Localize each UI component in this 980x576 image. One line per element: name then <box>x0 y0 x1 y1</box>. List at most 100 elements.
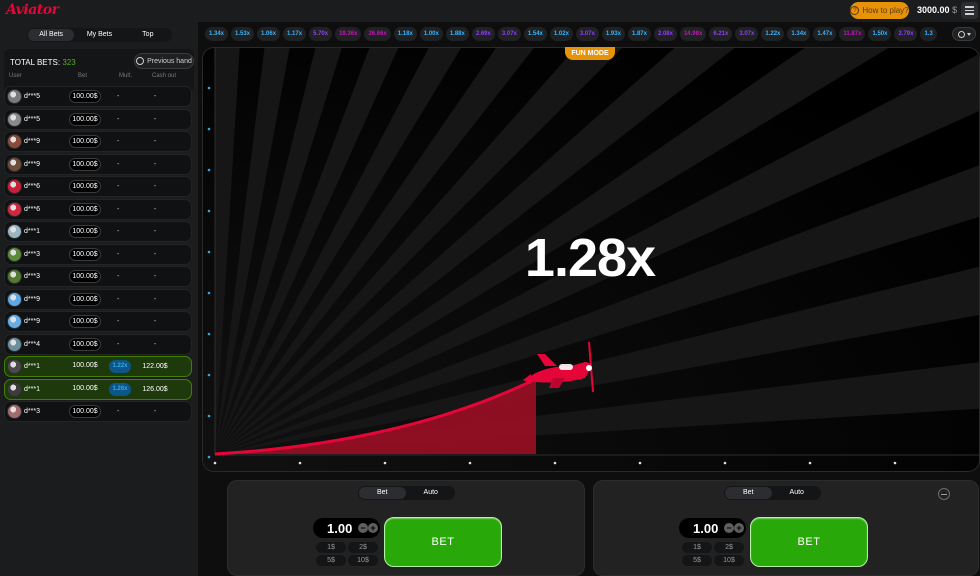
history-multiplier[interactable]: 2.69x <box>471 27 495 41</box>
quick-amount-1[interactable]: 1$ <box>316 542 346 553</box>
history-multiplier[interactable]: 1.00x <box>419 27 443 41</box>
history-multiplier[interactable]: 1.87x <box>627 27 651 41</box>
quick-amount-1[interactable]: 1$ <box>682 542 712 553</box>
history-multiplier[interactable]: 14.98x <box>679 27 707 41</box>
round-history: 1.34x 1.53x 1.06x 1.17x 5.70x 19.36x 26.66x 1.1… <box>205 27 950 41</box>
history-multiplier[interactable]: 1.47x <box>813 27 837 41</box>
history-multiplier[interactable]: 11.87x <box>839 27 866 41</box>
tab-auto[interactable]: Auto <box>774 487 821 499</box>
history-multiplier[interactable]: 5.70x <box>309 27 333 41</box>
bet-amount: 100.00$ <box>69 180 101 193</box>
history-multiplier[interactable]: 1.34x <box>787 27 811 41</box>
increase-amount-button[interactable]: + <box>368 523 378 533</box>
bet-row: d***1 100.00$ - - <box>4 221 192 242</box>
bet-row: d***9 100.00$ - - <box>4 288 192 310</box>
y-axis-dot <box>207 291 211 295</box>
cashout-amount: - <box>153 295 157 303</box>
history-multiplier[interactable]: 1.54x <box>523 27 547 41</box>
bet-multiplier: - <box>117 228 120 235</box>
bet-amount-field[interactable]: 1.00 − + <box>313 518 380 538</box>
bet-amount-field[interactable]: 1.00 − + <box>679 518 746 538</box>
history-multiplier[interactable]: 1.93x <box>601 27 625 41</box>
history-multiplier[interactable]: 1.02x <box>549 27 573 41</box>
balance: 3000.00 $ <box>917 5 957 15</box>
history-multiplier[interactable]: 2.08x <box>653 27 677 41</box>
tab-top[interactable]: Top <box>125 29 171 41</box>
bet-amount: 100.00$ <box>69 135 101 148</box>
menu-button[interactable] <box>961 2 978 19</box>
bet-row: d***4 100.00$ - - <box>4 333 192 355</box>
increase-amount-button[interactable]: + <box>734 523 744 533</box>
history-multiplier[interactable]: 1.18x <box>393 27 417 41</box>
history-multiplier[interactable]: 1.3 <box>920 27 937 41</box>
bet-user: d***1 <box>24 228 40 235</box>
previous-hand-label: Previous hand <box>147 57 192 65</box>
y-axis-dot <box>207 86 211 90</box>
bet-user: d***3 <box>24 250 40 258</box>
history-multiplier[interactable]: 3.07x <box>575 27 599 41</box>
quick-amount-2[interactable]: 2$ <box>714 542 744 553</box>
x-axis-dot <box>893 461 897 465</box>
bet-user: d***6 <box>24 205 40 213</box>
bet-button[interactable]: BET <box>384 517 502 567</box>
x-axis-dot <box>298 461 302 465</box>
tab-my-bets[interactable]: My Bets <box>76 29 122 41</box>
bet-row: d***1 100.00$ 1.22x 122.00$ <box>4 356 192 377</box>
bet-row: d***5 100.00$ - - <box>4 86 192 107</box>
bet-amount-value: 1.00 <box>327 521 353 536</box>
avatar <box>7 269 22 284</box>
history-icon <box>136 57 145 65</box>
history-multiplier[interactable]: 1.53x <box>231 27 255 41</box>
quick-amount-5[interactable]: 5$ <box>682 555 712 566</box>
decrease-amount-button[interactable]: − <box>358 523 368 533</box>
history-multiplier[interactable]: 26.66x <box>364 27 391 41</box>
bet-amount: 100.00$ <box>69 202 101 216</box>
bet-multiplier: - <box>117 160 120 168</box>
history-multiplier[interactable]: 1.50x <box>868 27 892 41</box>
bet-amount: 100.00$ <box>72 384 98 392</box>
bet-multiplier: - <box>117 250 120 258</box>
previous-hand-button[interactable]: Previous hand <box>134 53 194 69</box>
tab-bet[interactable]: Bet <box>359 487 406 499</box>
avatar <box>7 314 22 329</box>
quick-amount-10[interactable]: 10$ <box>714 555 744 566</box>
column-cashout: Cash out <box>152 73 177 79</box>
how-to-play-button[interactable]: ? How to play? <box>850 2 909 19</box>
remove-panel-button[interactable] <box>938 488 950 500</box>
decrease-amount-button[interactable]: − <box>724 523 734 533</box>
tab-all-bets[interactable]: All Bets <box>28 29 75 41</box>
bets-list: d***5 100.00$ - - d***5 100.00$ - - d***9 100.00$… <box>4 86 192 424</box>
quick-amount-2[interactable]: 2$ <box>348 542 378 553</box>
current-multiplier: 1.28x <box>524 228 656 288</box>
bet-amount: 100.00$ <box>69 315 101 328</box>
avatar <box>7 404 22 419</box>
history-multiplier[interactable]: 2.79x <box>894 27 918 41</box>
history-multiplier[interactable]: 19.36x <box>335 27 362 41</box>
tab-auto[interactable]: Auto <box>408 487 455 499</box>
history-multiplier[interactable]: 1.88x <box>445 27 469 41</box>
history-dropdown-button[interactable] <box>952 27 976 41</box>
quick-amount-10[interactable]: 10$ <box>348 555 378 566</box>
bet-button[interactable]: BET <box>750 517 868 567</box>
bet-multiplier: - <box>117 318 120 325</box>
history-icon <box>957 30 965 38</box>
avatar <box>7 336 22 352</box>
history-multiplier[interactable]: 1.17x <box>283 27 307 41</box>
chevron-down-icon <box>966 32 971 36</box>
history-multiplier[interactable]: 6.21x <box>709 27 733 41</box>
history-multiplier[interactable]: 1.34x <box>205 27 229 41</box>
fun-mode-badge: FUN MODE <box>565 47 615 60</box>
bet-amount: 100.00$ <box>69 225 101 238</box>
history-multiplier[interactable]: 3.07x <box>497 27 521 41</box>
history-multiplier[interactable]: 3.07x <box>735 27 759 41</box>
bet-multiplier: - <box>117 408 120 415</box>
tab-bet[interactable]: Bet <box>725 487 772 499</box>
bet-amount: 100.00$ <box>69 112 101 126</box>
history-multiplier[interactable]: 1.22x <box>761 27 785 41</box>
column-bet: Bet <box>78 73 88 79</box>
history-multiplier[interactable]: 1.06x <box>257 27 281 41</box>
cashout-amount: - <box>153 408 157 415</box>
bet-amount: 100.00$ <box>69 247 101 261</box>
avatar <box>7 291 22 307</box>
quick-amount-5[interactable]: 5$ <box>316 555 346 566</box>
